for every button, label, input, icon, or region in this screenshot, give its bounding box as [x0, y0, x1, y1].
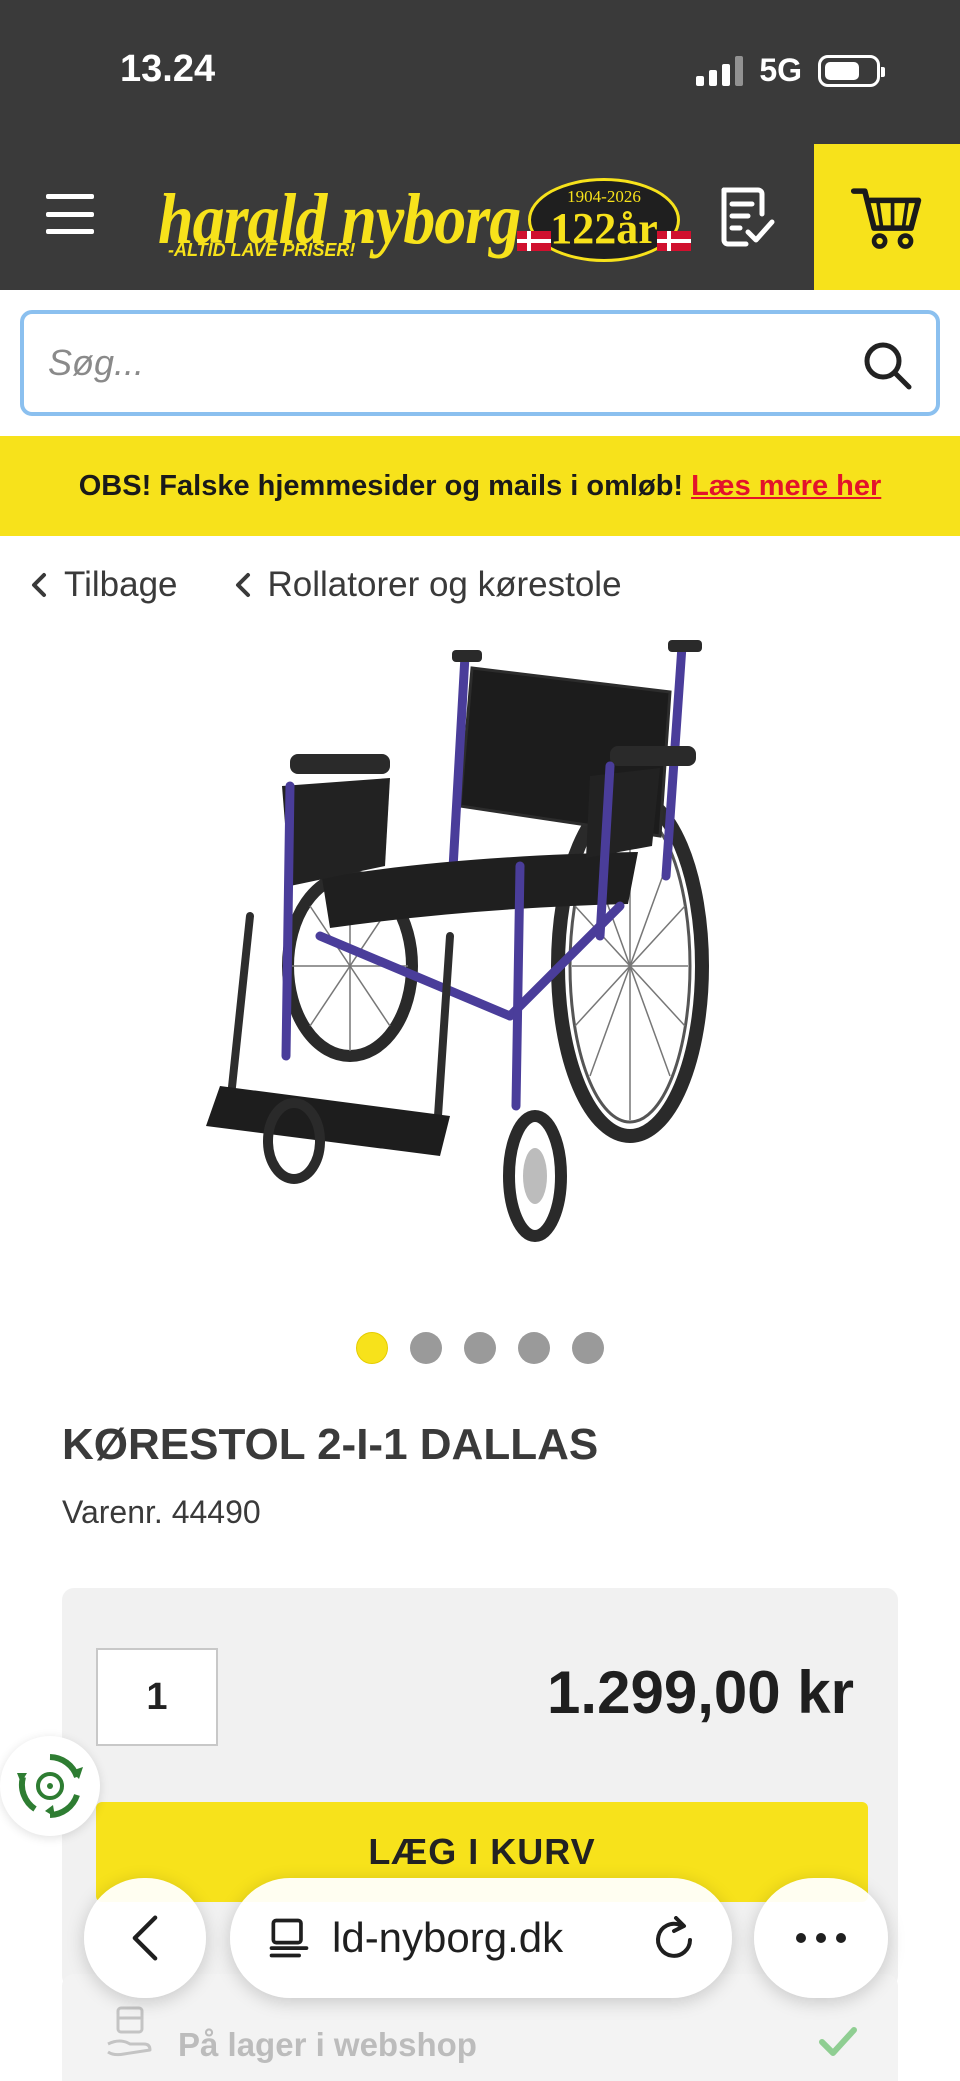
logo-tagline: -ALTID LAVE PRISER! [168, 240, 356, 260]
site-header: harald nyborg -ALTID LAVE PRISER! 1904-2… [0, 144, 960, 290]
site-logo[interactable]: harald nyborg -ALTID LAVE PRISER! 1904-2… [158, 172, 691, 268]
chevron-left-icon [235, 573, 250, 597]
shopping-list-button[interactable] [710, 180, 782, 252]
flag-icon [657, 231, 691, 251]
gallery-dots [356, 1332, 604, 1364]
search-input[interactable] [48, 334, 848, 392]
package-hand-icon [107, 2006, 152, 2057]
notice-link[interactable]: Læs mere her [691, 470, 881, 503]
category-link-label: Rollatorer og kørestole [267, 565, 622, 604]
status-bar: 13.24 5G [0, 0, 960, 144]
product-sku: Varenr. 44490 [62, 1494, 261, 1530]
quantity-input[interactable] [96, 1648, 218, 1746]
anniversary-badge: 1904-2026 122år [517, 178, 691, 262]
check-icon [819, 2027, 857, 2056]
signal-icon [696, 55, 744, 86]
search-box [20, 310, 940, 416]
back-link[interactable]: Tilbage [28, 565, 178, 605]
gallery-dot[interactable] [572, 1332, 604, 1364]
recycle-button[interactable] [0, 1736, 100, 1836]
menu-button[interactable] [46, 194, 94, 234]
status-time: 13.24 [120, 48, 216, 90]
more-dot-icon [816, 1933, 826, 1943]
stock-status: På lager i webshop [178, 2026, 477, 2063]
breadcrumb: Tilbage Rollatorer og kørestole [28, 560, 676, 610]
url-text: ld-nyborg.dk [332, 1914, 564, 1961]
reload-icon[interactable] [650, 1916, 698, 1964]
more-dot-icon [796, 1933, 806, 1943]
more-dot-icon [836, 1933, 846, 1943]
gallery-dot[interactable] [410, 1332, 442, 1364]
chevron-left-icon [32, 573, 46, 597]
back-link-label: Tilbage [64, 565, 178, 604]
more-options-button[interactable] [754, 1878, 888, 1998]
checklist-icon [721, 187, 775, 247]
browser-toolbar: ld-nyborg.dk [0, 1868, 960, 2008]
battery-icon [818, 54, 885, 87]
gallery-dot[interactable] [464, 1332, 496, 1364]
notice-text: OBS! Falske hjemmesider og mails i omløb… [78, 469, 684, 502]
search-icon[interactable] [860, 338, 914, 392]
gallery-dot[interactable] [356, 1332, 388, 1364]
notice-banner: OBS! Falske hjemmesider og mails i omløb… [0, 436, 960, 536]
product-price: 1.299,00 kr [547, 1659, 854, 1726]
cart-button[interactable] [814, 144, 960, 290]
category-link[interactable]: Rollatorer og kørestole [232, 565, 622, 605]
address-bar[interactable]: ld-nyborg.dk [230, 1878, 732, 1998]
product-image[interactable] [190, 636, 770, 1256]
product-title: KØRESTOL 2-I-1 DALLAS [62, 1420, 599, 1469]
recycle-icon [17, 1754, 83, 1818]
network-label: 5G [759, 52, 802, 88]
gallery-dot[interactable] [518, 1332, 550, 1364]
status-indicators: 5G [696, 52, 885, 89]
reader-icon [269, 1918, 309, 1958]
chevron-left-icon [132, 1915, 158, 1961]
badge-anniversary: 122år [550, 204, 658, 253]
cart-icon [850, 188, 922, 249]
flag-icon [517, 231, 551, 251]
browser-back-button[interactable] [84, 1878, 206, 1998]
